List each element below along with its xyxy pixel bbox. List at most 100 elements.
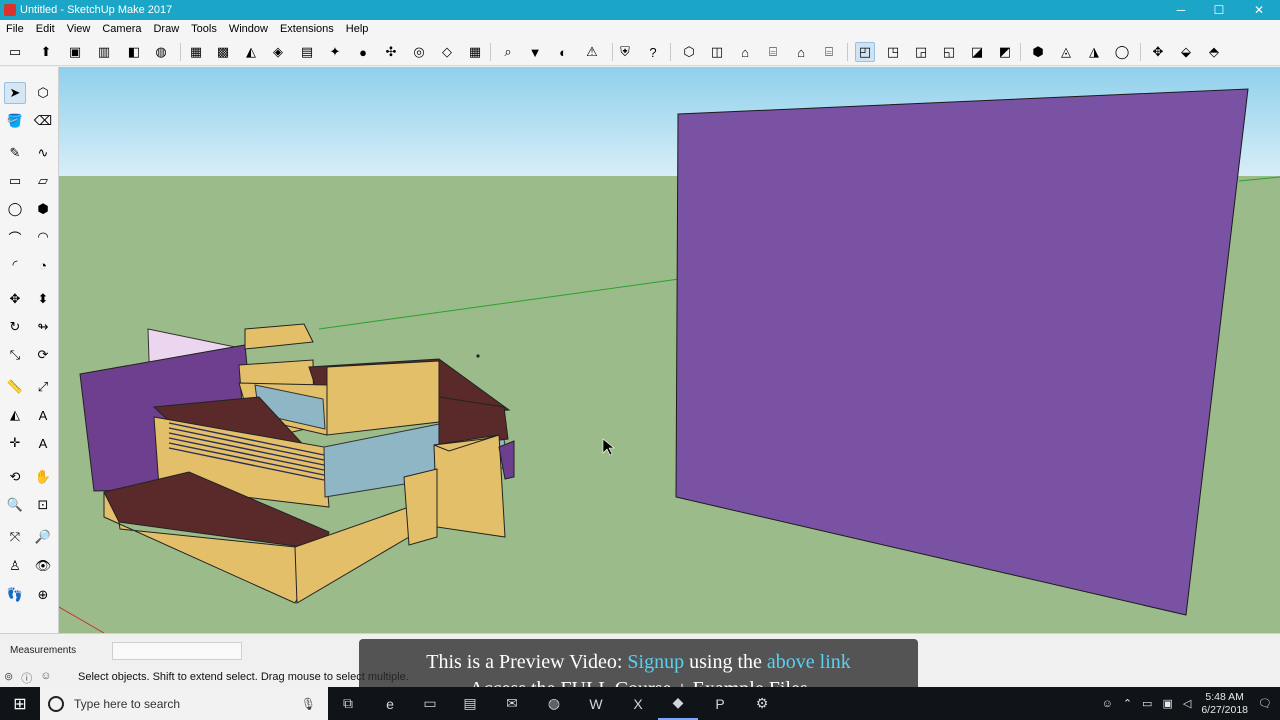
shield-icon[interactable]: ⛨ [615, 42, 635, 62]
polygon-tool-icon[interactable]: ⬢ [32, 198, 54, 220]
grid-icon[interactable]: ▦ [465, 42, 485, 62]
user-icon[interactable]: ☺ [40, 670, 51, 686]
zone-icon[interactable]: ▩ [213, 42, 233, 62]
protractor-icon[interactable]: ◭ [4, 404, 26, 426]
microphone-icon[interactable]: 🎙 [301, 697, 316, 711]
top-view-icon[interactable]: ◫ [707, 42, 727, 62]
menu-draw[interactable]: Draw [147, 23, 185, 35]
measurements-input[interactable] [112, 642, 242, 660]
edge-icon[interactable]: e [370, 687, 410, 720]
settings-icon[interactable]: ⚙ [742, 687, 782, 720]
import-icon[interactable]: ▥ [94, 42, 114, 62]
previous-view-icon[interactable]: 🔎 [32, 526, 54, 548]
battery-icon[interactable]: ▭ [1142, 697, 1152, 710]
push-pull-icon[interactable]: ⬍ [32, 288, 54, 310]
line-tool-icon[interactable]: ✎ [4, 142, 26, 164]
xray-icon[interactable]: ◰ [855, 42, 875, 62]
warning-icon[interactable]: ⚠ [582, 42, 602, 62]
signup-link[interactable]: Signup [627, 651, 684, 673]
move-tool-icon[interactable]: ✥ [4, 288, 26, 310]
minimize-button[interactable]: ─ [1162, 0, 1200, 20]
load-icon[interactable]: ● [353, 42, 373, 62]
look-around-icon[interactable]: 👁 [32, 555, 54, 577]
section-display-icon[interactable]: ◯ [1112, 42, 1132, 62]
help-icon[interactable]: ? [643, 42, 663, 62]
position-camera-tool-icon[interactable]: ♙ [4, 555, 26, 577]
people-icon[interactable]: ☺ [1102, 698, 1113, 710]
task-view-icon[interactable]: ⧉ [328, 687, 368, 720]
circle-tool-icon[interactable]: ◯ [4, 198, 26, 220]
model-viewport[interactable] [59, 67, 1280, 633]
open-icon[interactable]: ⬆ [36, 42, 56, 62]
volume-icon[interactable]: ◁ [1183, 697, 1191, 710]
paint-bucket-icon[interactable]: 🪣 [4, 110, 26, 132]
zoom-window-icon[interactable]: ⊡ [32, 494, 54, 516]
text-tool-icon[interactable]: A [32, 404, 54, 426]
offset-tool-icon[interactable]: ⟳ [32, 344, 54, 366]
close-button[interactable]: ✕ [1240, 0, 1278, 20]
constructions-icon[interactable]: ✣ [381, 42, 401, 62]
layer-icon[interactable]: ◇ [437, 42, 457, 62]
iso-view-icon[interactable]: ⬡ [679, 42, 699, 62]
section-cut-icon[interactable]: ◮ [1084, 42, 1104, 62]
info-icon[interactable]: ⓘ [21, 670, 32, 686]
osm-icon[interactable]: ◍ [151, 42, 171, 62]
three-point-arc-icon[interactable]: ◜ [4, 254, 26, 276]
file-explorer-icon[interactable]: ▭ [410, 687, 450, 720]
orbit-tool-icon[interactable]: ⟲ [4, 466, 26, 488]
section-plane-tool-icon[interactable]: ⊕ [32, 584, 54, 606]
subsurface-icon[interactable]: ◈ [268, 42, 288, 62]
powerpoint-icon[interactable]: P [700, 687, 740, 720]
geolocation-icon[interactable]: ⊚ [4, 670, 13, 686]
monochrome-icon[interactable]: ⬢ [1028, 42, 1048, 62]
sketchup-taskbar-icon[interactable]: ◆ [658, 687, 698, 720]
section-plane-icon[interactable]: ◬ [1056, 42, 1076, 62]
follow-me-icon[interactable]: ↬ [32, 316, 54, 338]
menu-edit[interactable]: Edit [30, 23, 61, 35]
right-view-icon[interactable]: ⌸ [763, 42, 783, 62]
back-view-icon[interactable]: ⌂ [791, 42, 811, 62]
menu-extensions[interactable]: Extensions [274, 23, 340, 35]
textures-icon[interactable]: ◩ [995, 42, 1015, 62]
info-icon[interactable]: ◐ [553, 42, 573, 62]
chevron-up-icon[interactable]: ⌃ [1123, 697, 1132, 710]
left-view-icon[interactable]: ⌸ [819, 42, 839, 62]
search-icon[interactable]: ⌕ [498, 42, 518, 62]
menu-tools[interactable]: Tools [185, 23, 223, 35]
above-link[interactable]: above link [767, 651, 851, 673]
freehand-tool-icon[interactable]: ∿ [32, 142, 54, 164]
store-icon[interactable]: ▤ [450, 687, 490, 720]
hidden-line-icon[interactable]: ◱ [939, 42, 959, 62]
zoom-extents-icon[interactable]: ⤧ [4, 526, 26, 548]
mail-icon[interactable]: ✉ [492, 687, 532, 720]
wireframe-icon[interactable]: ◲ [911, 42, 931, 62]
clock[interactable]: 5:48 AM 6/27/2018 [1201, 691, 1248, 717]
pan-tool-icon[interactable]: ✋ [32, 466, 54, 488]
back-edges-icon[interactable]: ◳ [883, 42, 903, 62]
filter-icon[interactable]: ▼ [525, 42, 545, 62]
menu-view[interactable]: View [61, 23, 97, 35]
walk-icon[interactable]: ⬙ [1176, 42, 1196, 62]
taskbar-search[interactable]: Type here to search 🎙 [40, 687, 328, 720]
cortana-icon[interactable] [48, 695, 64, 712]
menu-camera[interactable]: Camera [96, 23, 147, 35]
menu-file[interactable]: File [0, 23, 30, 35]
front-view-icon[interactable]: ⌂ [735, 42, 755, 62]
eraser-icon[interactable]: ⌫ [32, 110, 54, 132]
arc-tool-icon[interactable]: ⌒ [4, 226, 26, 248]
shading-icon[interactable]: ▤ [297, 42, 317, 62]
tape-measure-icon[interactable]: 📏 [4, 376, 26, 398]
word-icon[interactable]: W [576, 687, 616, 720]
chrome-icon[interactable]: ◍ [534, 687, 574, 720]
zoom-tool-icon[interactable]: 🔍 [4, 494, 26, 516]
save-icon[interactable]: ▣ [65, 42, 85, 62]
new-icon[interactable]: ▭ [5, 42, 25, 62]
light-icon[interactable]: ✦ [325, 42, 345, 62]
axes-tool-icon[interactable]: ✛ [4, 432, 26, 454]
surface-icon[interactable]: ◭ [241, 42, 261, 62]
network-icon[interactable]: ▣ [1162, 697, 1172, 710]
select-tool-icon[interactable]: ➤ [4, 82, 26, 104]
shaded-icon[interactable]: ◪ [967, 42, 987, 62]
menu-window[interactable]: Window [223, 23, 274, 35]
dimension-tool-icon[interactable]: ⤢ [32, 376, 54, 398]
